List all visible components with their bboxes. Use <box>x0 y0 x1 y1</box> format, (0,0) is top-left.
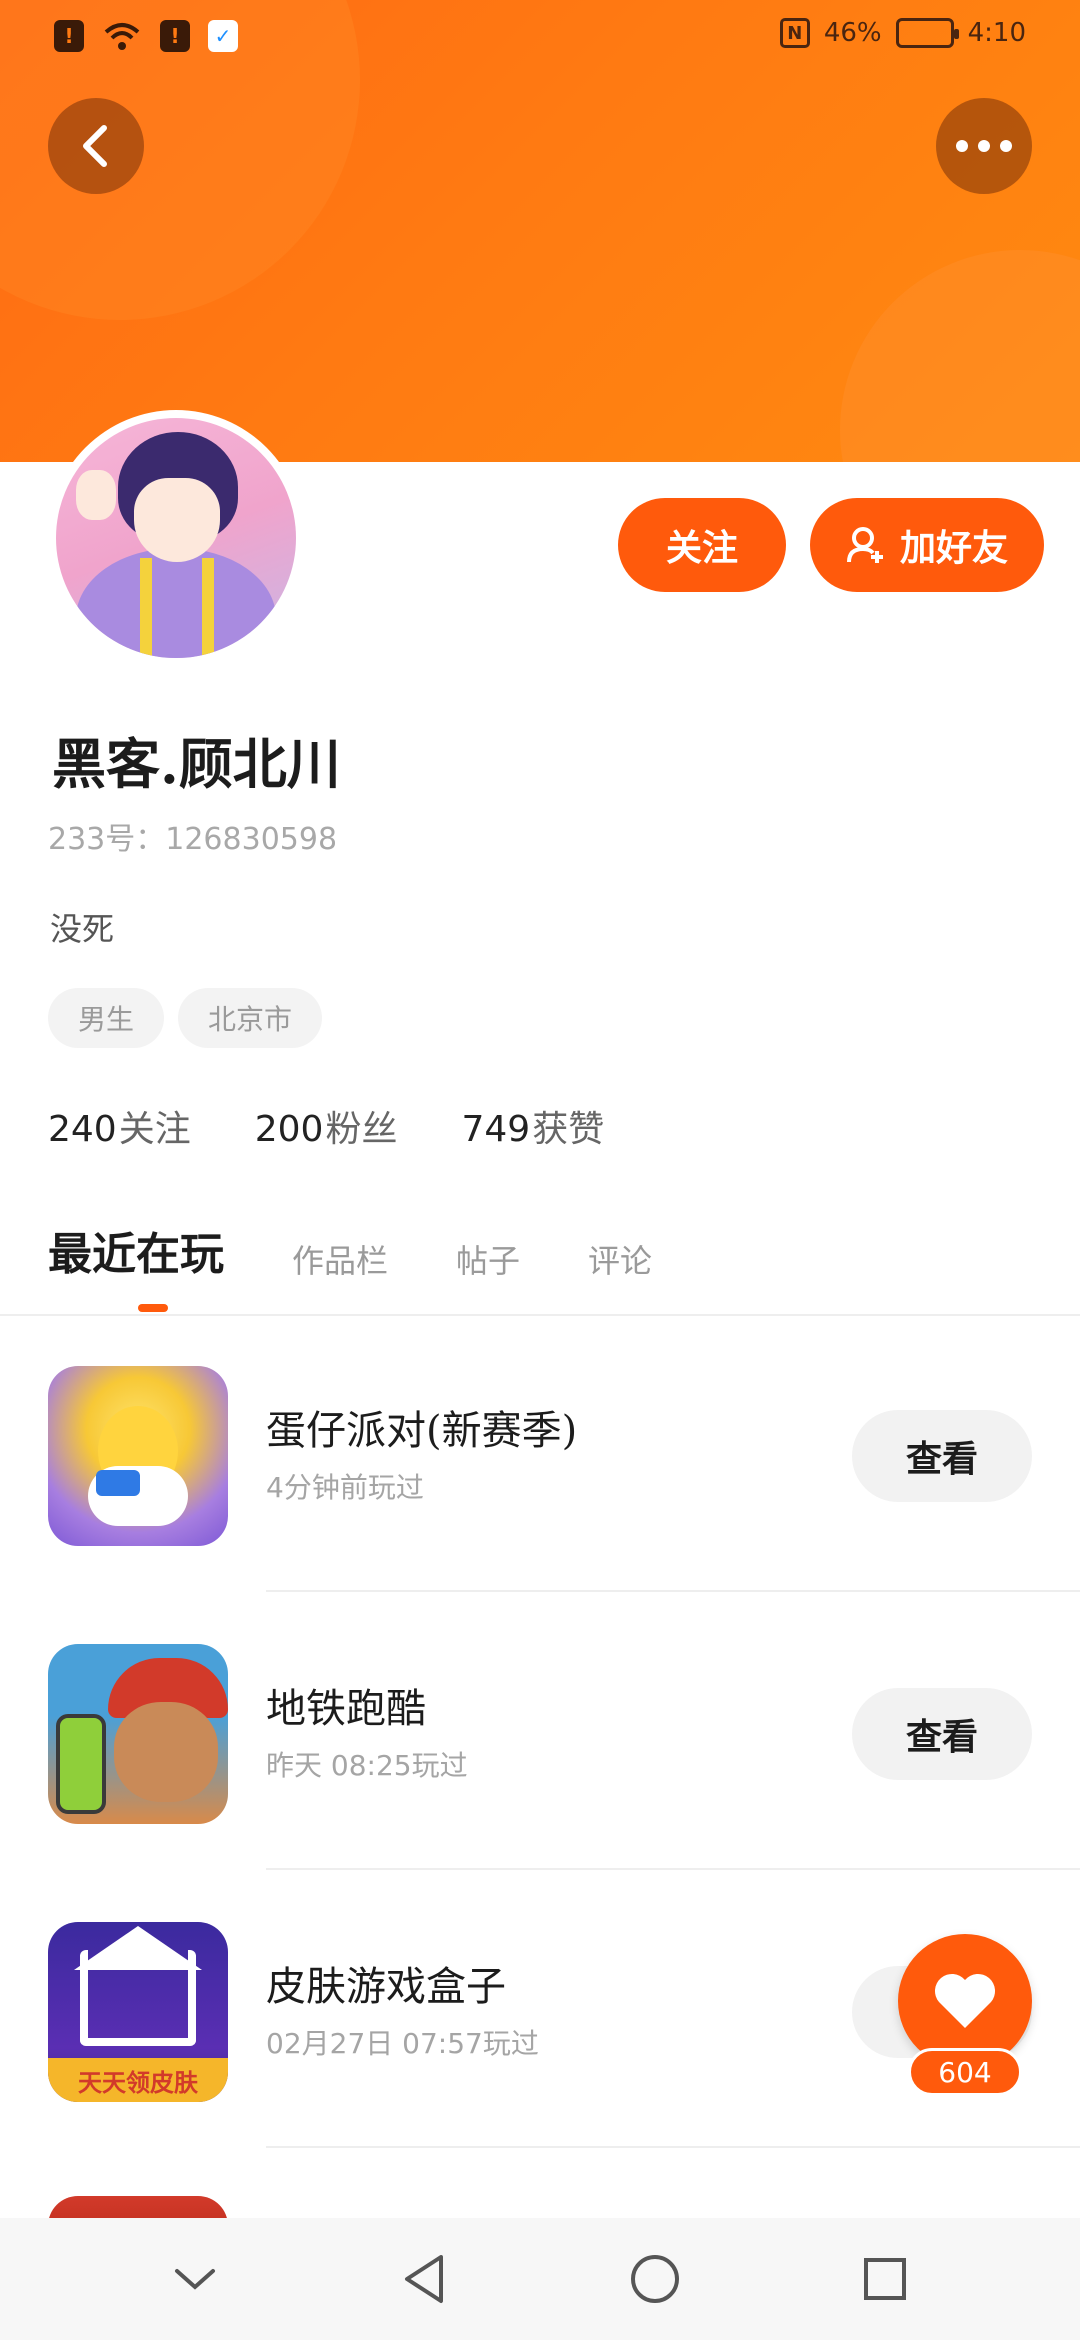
chevron-left-icon <box>83 125 107 167</box>
avatar-image <box>56 418 296 658</box>
clock: 4:10 <box>967 18 1026 48</box>
battery-percent: 46% <box>823 18 882 48</box>
view-button[interactable]: 查看 <box>852 1688 1032 1780</box>
back-button[interactable] <box>48 98 144 194</box>
profile-header-banner: ! ! ✓ N 46% 4:10 <box>0 0 1080 462</box>
nfc-icon: N <box>779 18 810 48</box>
follow-button-label: 关注 <box>665 528 738 569</box>
icon-banner-text: 天天领皮肤 <box>48 2058 228 2102</box>
game-last-played: 昨天 08:25玩过 <box>266 1749 468 1782</box>
user-id[interactable]: 233号：126830598 <box>48 814 337 858</box>
like-count: 604 <box>908 2048 1022 2096</box>
divider <box>266 1868 1080 1870</box>
more-options-button[interactable] <box>936 98 1032 194</box>
recents-square-icon <box>864 2258 906 2300</box>
nickname: 黑客.顾北川 <box>52 732 341 796</box>
game-name: 皮肤游戏盒子 <box>266 1964 506 2010</box>
profile-screen: ! ! ✓ N 46% 4:10 关注 加好友 黑客.顾北川 233号：1268… <box>0 0 1080 2340</box>
home-circle-icon <box>631 2255 679 2303</box>
game-name: 蛋仔派对(新赛季) <box>266 1408 578 1454</box>
collapse-button[interactable] <box>155 2239 235 2319</box>
nav-back-button[interactable] <box>385 2239 465 2319</box>
view-button[interactable]: 查看 <box>852 1410 1032 1502</box>
location-tag: 北京市 <box>178 988 323 1048</box>
active-tab-indicator <box>138 1304 168 1312</box>
battery-alert-icon: ! <box>160 20 190 52</box>
add-friend-label: 加好友 <box>899 528 1008 569</box>
divider <box>266 1590 1080 1592</box>
wifi-icon <box>104 23 140 50</box>
add-friend-button[interactable]: 加好友 <box>810 498 1044 592</box>
stat-followers[interactable]: 200粉丝 <box>255 1100 398 1152</box>
system-nav-bar <box>0 2218 1080 2340</box>
list-item[interactable]: 蛋仔派对(新赛季) 4分钟前玩过 查看 <box>0 1316 1080 1592</box>
battery-icon <box>895 18 959 48</box>
bio: 没死 <box>50 910 115 948</box>
profile-tabs: 最近在玩 作品栏 帖子 评论 <box>48 1218 652 1286</box>
notification-alert-icon: ! <box>54 20 84 52</box>
follow-button[interactable]: 关注 <box>618 498 786 592</box>
game-icon-subway-surfers <box>48 1644 228 1824</box>
status-bar: ! ! ✓ N 46% 4:10 <box>0 0 1080 74</box>
game-last-played: 4分钟前玩过 <box>266 1471 424 1504</box>
tab-posts[interactable]: 帖子 <box>456 1236 520 1286</box>
nav-home-button[interactable] <box>615 2239 695 2319</box>
game-icon-eggy-party <box>48 1366 228 1546</box>
profile-stats: 240关注 200粉丝 749获赞 <box>48 1100 604 1152</box>
shield-icon: ✓ <box>208 20 238 52</box>
tab-comments[interactable]: 评论 <box>588 1236 652 1286</box>
heart-icon <box>934 1973 996 2028</box>
game-last-played: 02月27日 07:57玩过 <box>266 2027 539 2060</box>
tab-recent-games[interactable]: 最近在玩 <box>48 1218 224 1286</box>
game-icon-skin-box: 天天领皮肤 <box>48 1922 228 2102</box>
divider <box>266 2146 1080 2148</box>
stat-likes[interactable]: 749获赞 <box>461 1100 604 1152</box>
more-dots-icon <box>956 140 1012 152</box>
profile-tags: 男生 北京市 <box>48 988 323 1048</box>
stat-following[interactable]: 240关注 <box>48 1100 191 1152</box>
nav-recents-button[interactable] <box>845 2239 925 2319</box>
game-name: 地铁跑酷 <box>266 1686 426 1732</box>
back-triangle-icon <box>405 2255 443 2303</box>
gender-tag: 男生 <box>48 988 165 1048</box>
list-item[interactable]: 地铁跑酷 昨天 08:25玩过 查看 <box>0 1594 1080 1870</box>
avatar[interactable] <box>48 410 304 666</box>
tab-works[interactable]: 作品栏 <box>292 1236 388 1286</box>
chevron-down-icon <box>175 2269 215 2290</box>
add-user-icon <box>846 527 883 563</box>
header-decoration <box>840 250 1080 462</box>
